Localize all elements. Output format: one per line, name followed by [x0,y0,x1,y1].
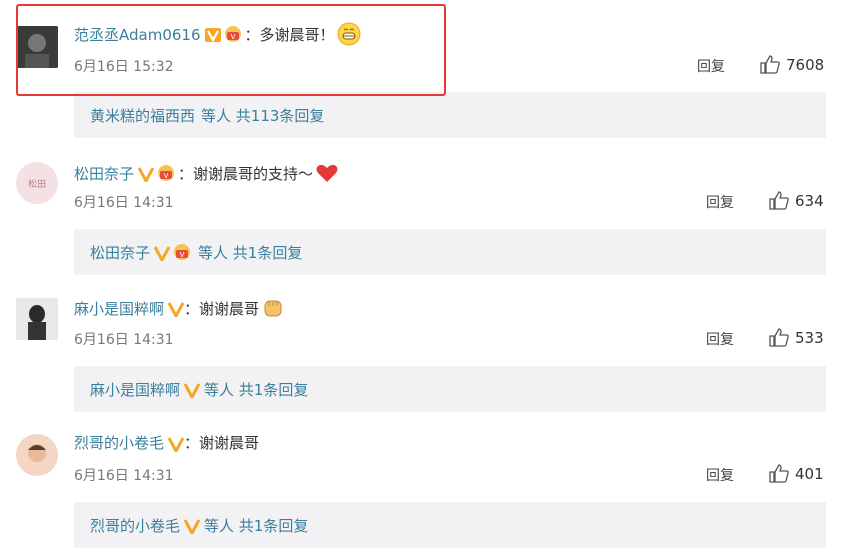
username[interactable]: 松田奈子 [74,163,134,184]
reply-button[interactable]: 回复 [706,192,734,212]
sub-replies-summary[interactable]: 黄米糕的福西西 等人 共113条回复 [74,92,826,138]
timestamp: 6月16日 14:31 [74,332,174,348]
avatar-image [16,434,58,476]
verified-icon [168,301,185,317]
reply-button[interactable]: 回复 [706,465,734,485]
svg-text:V: V [164,172,169,180]
thumbs-up-icon [769,328,789,347]
vip-crown-icon: V [156,164,176,182]
avatar-image: 松田 [16,162,58,204]
verified-icon [154,245,171,261]
reply-button[interactable]: 回复 [706,329,734,349]
like-count: 7608 [786,55,825,74]
verified-icon [184,518,201,534]
sub-reply-user[interactable]: 松田奈子 [90,242,150,263]
sub-replies-summary[interactable]: 松田奈子 V 等人 共1条回复 [74,229,826,275]
avatar[interactable] [16,298,58,340]
svg-text:松田: 松田 [28,178,46,190]
comment-text: ：谢谢晨哥 [184,434,260,452]
sub-replies-summary[interactable]: 烈哥的小卷毛 等人 共1条回复 [74,502,826,548]
avatar[interactable] [16,434,58,476]
like-button[interactable]: 634 [769,191,824,210]
heart-emoji-icon [315,161,339,185]
like-button[interactable]: 7608 [760,55,824,74]
like-count: 401 [795,464,824,483]
timestamp: 6月16日 14:31 [74,195,174,211]
verified-icon [168,436,185,452]
sub-reply-count[interactable]: 等人 共113条回复 [201,105,324,126]
like-count: 634 [795,191,824,210]
thumbs-up-icon [769,191,789,210]
fist-emoji-icon [261,296,285,320]
svg-text:V: V [180,251,185,259]
verified-icon [184,382,201,398]
sub-reply-count[interactable]: 等人 共1条回复 [204,515,308,536]
like-count: 533 [795,328,824,347]
sub-reply-count[interactable]: 等人 共1条回复 [198,242,302,263]
comment-text: ：谢谢晨哥 [184,299,260,318]
avatar-image [16,298,58,340]
verified-icon [138,166,155,182]
vip-crown-icon: V [172,243,192,261]
avatar[interactable]: 松田 [16,162,58,204]
like-button[interactable]: 401 [769,464,824,483]
sub-reply-user[interactable]: 麻小是国粹啊 [90,379,180,400]
comment-text: ：谢谢晨哥的支持～ [178,164,314,183]
timestamp: 6月16日 14:31 [74,468,174,484]
like-button[interactable]: 533 [769,328,824,347]
thumbs-up-icon [760,55,780,74]
sub-reply-count[interactable]: 等人 共1条回复 [204,379,308,400]
sub-reply-user[interactable]: 黄米糕的福西西 [90,105,195,126]
thumbs-up-icon [769,464,789,483]
username[interactable]: 麻小是国粹啊 [74,298,164,319]
username[interactable]: 烈哥的小卷毛 [74,432,164,453]
sub-replies-summary[interactable]: 麻小是国粹啊 等人 共1条回复 [74,366,826,412]
sub-reply-user[interactable]: 烈哥的小卷毛 [90,515,180,536]
highlight-annotation-box [16,4,446,96]
reply-button[interactable]: 回复 [697,56,725,76]
